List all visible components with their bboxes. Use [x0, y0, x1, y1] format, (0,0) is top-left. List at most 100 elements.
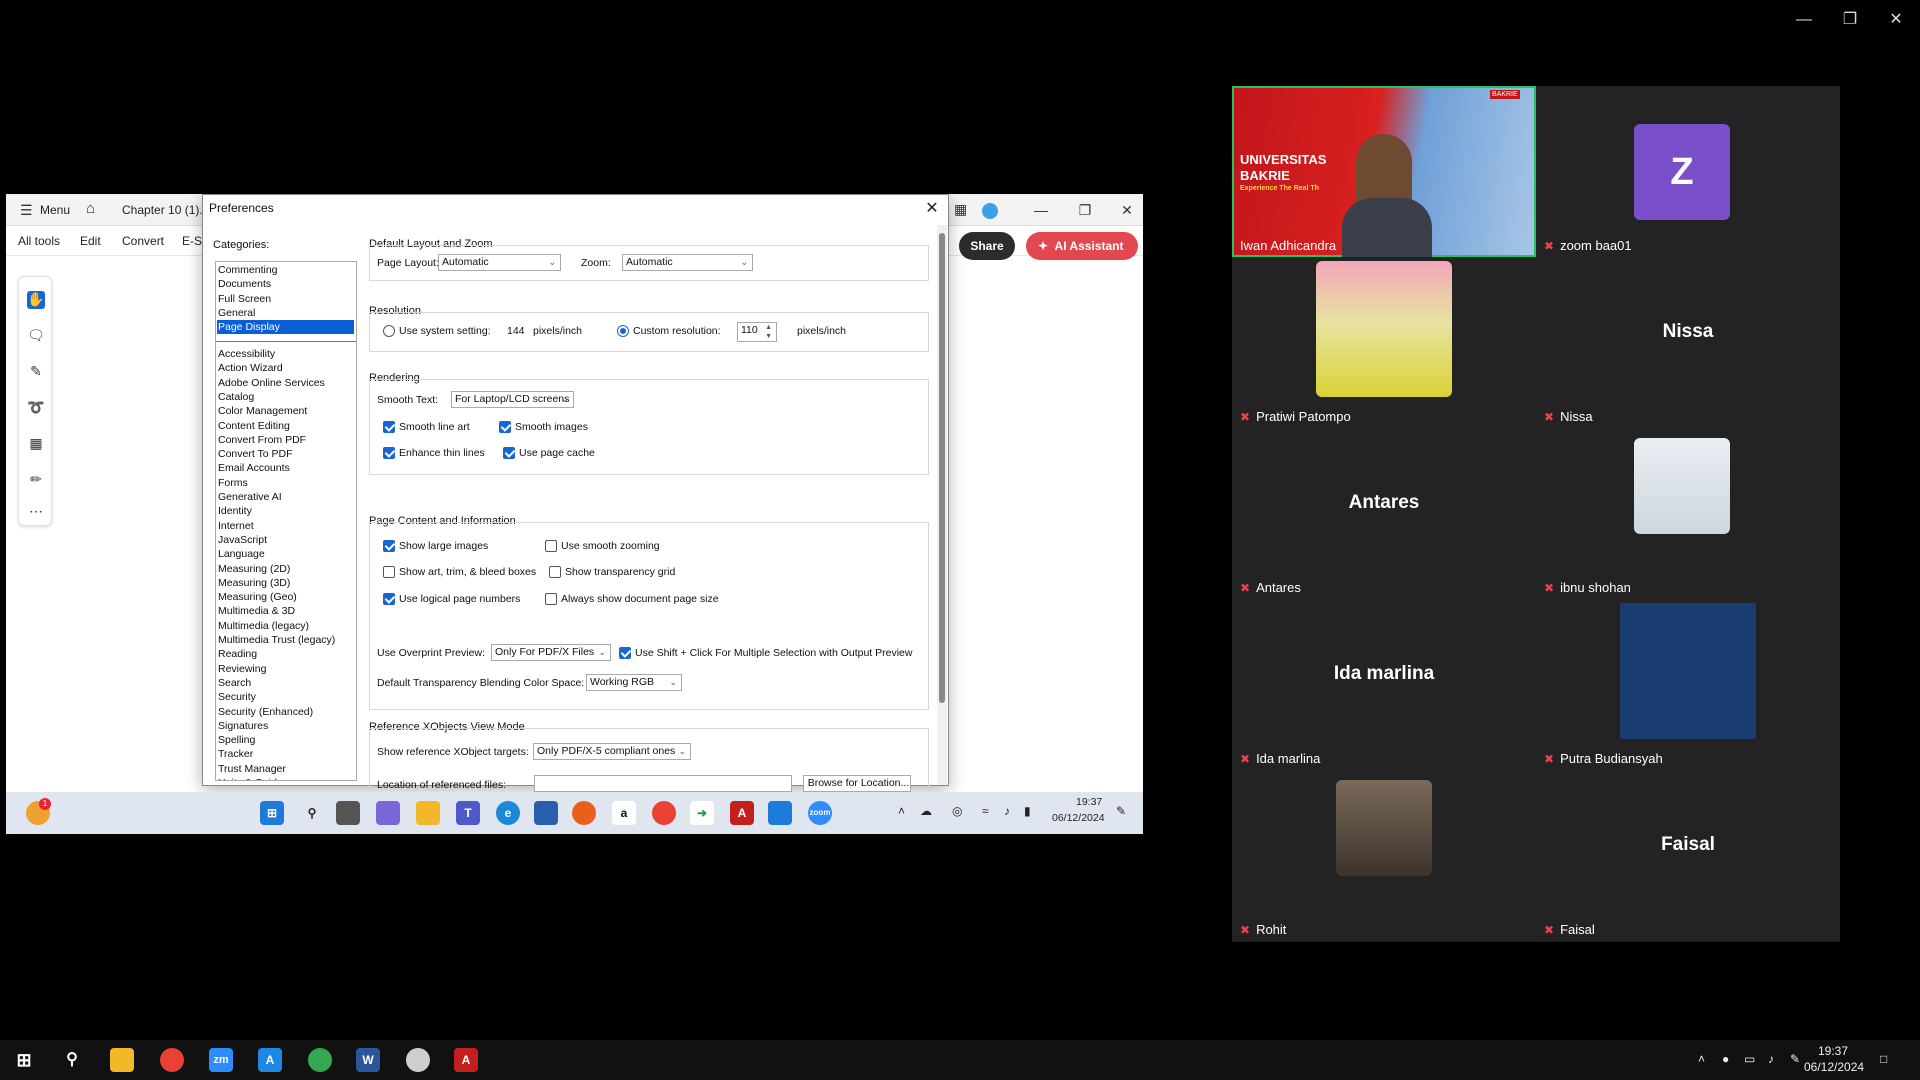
tile-rohit[interactable]: ✖ Rohit	[1232, 770, 1536, 941]
shift-click-checkbox[interactable]	[619, 647, 631, 659]
category-item[interactable]: Search	[218, 676, 251, 690]
tile-nissa[interactable]: Nissa ✖ Nissa	[1536, 257, 1840, 428]
zoom-dropdown[interactable]: Automatic ⌄	[622, 254, 753, 271]
acrobat-icon[interactable]: A	[730, 801, 754, 825]
category-item[interactable]: Security (Enhanced)	[218, 705, 313, 719]
tile-faisal[interactable]: Faisal ✖ Faisal	[1536, 770, 1840, 941]
sign-icon[interactable]: ✏	[27, 471, 45, 489]
category-item[interactable]: Security	[218, 690, 256, 704]
tray-chevron-icon[interactable]: ˄	[1698, 1052, 1705, 1066]
close-icon[interactable]: ✕	[1878, 8, 1914, 32]
show-art-trim-checkbox[interactable]	[383, 566, 395, 578]
menu-button[interactable]: Menu	[40, 203, 70, 217]
notepad-icon[interactable]	[768, 801, 792, 825]
tile-putra[interactable]: ✖ Putra Budiansyah	[1536, 599, 1840, 770]
volume-icon[interactable]: ♪	[1768, 1052, 1774, 1066]
minimize-icon[interactable]: —	[1786, 8, 1822, 32]
smooth-line-art-checkbox[interactable]	[383, 421, 395, 433]
dialog-scroll-thumb[interactable]	[939, 233, 945, 703]
category-item[interactable]: Generative AI	[218, 490, 282, 504]
enhance-thin-lines-checkbox[interactable]	[383, 447, 395, 459]
mic-icon[interactable]: ◎	[952, 804, 962, 818]
firefox-icon[interactable]	[572, 801, 596, 825]
dialog-scrollbar[interactable]	[937, 225, 947, 785]
category-item[interactable]: Commenting	[218, 263, 278, 277]
profile-icon[interactable]	[982, 203, 998, 219]
location-field[interactable]	[534, 775, 792, 792]
hamburger-icon[interactable]: ☰	[20, 202, 33, 219]
tile-zoom-baa01[interactable]: Z ✖ zoom baa01	[1536, 86, 1840, 257]
pen-icon[interactable]: ✎	[1790, 1052, 1800, 1066]
custom-resolution-stepper[interactable]: 110 ▲ ▼	[737, 322, 777, 342]
category-item[interactable]: Convert To PDF	[218, 447, 293, 461]
transparency-grid-checkbox[interactable]	[549, 566, 561, 578]
tab-all-tools[interactable]: All tools	[18, 234, 60, 248]
stepper-arrows-icon[interactable]: ▲ ▼	[765, 323, 772, 341]
chrome-icon[interactable]	[160, 1048, 184, 1072]
store-icon[interactable]	[534, 801, 558, 825]
restore-icon[interactable]: ❐	[1832, 8, 1868, 32]
category-item[interactable]: Multimedia & 3D	[218, 604, 295, 618]
home-icon[interactable]: ⌂	[86, 200, 95, 217]
sheets-icon[interactable]: ➜	[690, 801, 714, 825]
windows-start-icon[interactable]: ⊞	[260, 801, 284, 825]
overprint-dropdown[interactable]: Only For PDF/X Files ⌄	[491, 644, 611, 661]
smooth-zooming-checkbox[interactable]	[545, 540, 557, 552]
category-item[interactable]: Spelling	[218, 733, 255, 747]
category-item[interactable]: Page Display	[217, 320, 354, 335]
tray-chevron-icon[interactable]: ˄	[898, 804, 905, 818]
notification-icon[interactable]: □	[1880, 1052, 1887, 1066]
word-icon[interactable]: W	[356, 1048, 380, 1072]
category-item[interactable]: Convert From PDF	[218, 433, 306, 447]
category-item[interactable]: Language	[218, 547, 265, 561]
smooth-text-dropdown[interactable]: For Laptop/LCD screens ⌄	[451, 391, 574, 408]
category-item[interactable]: Measuring (3D)	[218, 576, 290, 590]
tab-edit[interactable]: Edit	[80, 234, 101, 248]
page-layout-dropdown[interactable]: Automatic ⌄	[438, 254, 561, 271]
xobj-dropdown[interactable]: Only PDF/X-5 compliant ones ⌄	[533, 743, 691, 760]
ai-assistant-button[interactable]: ✦ AI Assistant	[1026, 232, 1138, 260]
search-icon[interactable]: ⚲	[300, 801, 324, 825]
category-item[interactable]: Multimedia (legacy)	[218, 619, 309, 633]
tab-convert[interactable]: Convert	[122, 234, 164, 248]
category-item[interactable]: Reviewing	[218, 662, 266, 676]
battery-icon[interactable]: ▮	[1024, 804, 1031, 818]
shared-notification-icon[interactable]: ✎	[1116, 804, 1126, 818]
category-item[interactable]: Full Screen	[218, 292, 271, 306]
tile-ida[interactable]: Ida marlina ✖ Ida marlina	[1232, 599, 1536, 770]
acrobat-icon[interactable]: A	[454, 1048, 478, 1072]
file-explorer-icon[interactable]	[416, 801, 440, 825]
always-show-size-checkbox[interactable]	[545, 593, 557, 605]
snipping-icon[interactable]	[406, 1048, 430, 1072]
wifi-icon[interactable]: ≈	[982, 804, 989, 818]
text-select-icon[interactable]: ▦	[27, 435, 45, 453]
category-item[interactable]: Identity	[218, 504, 252, 518]
zoom-app-icon[interactable]: zoom	[808, 801, 832, 825]
tile-ibnu[interactable]: ✖ ibnu shohan	[1536, 428, 1840, 599]
acrobat-restore-icon[interactable]: ❐	[1070, 200, 1100, 220]
cloud-icon[interactable]: ☁	[920, 804, 932, 818]
blend-dropdown[interactable]: Working RGB ⌄	[586, 674, 682, 691]
logical-page-numbers-checkbox[interactable]	[383, 593, 395, 605]
custom-resolution-radio[interactable]	[617, 325, 629, 337]
show-large-images-checkbox[interactable]	[383, 540, 395, 552]
chrome-icon[interactable]	[652, 801, 676, 825]
category-item[interactable]: Trust Manager	[218, 762, 286, 776]
category-item[interactable]: Color Management	[218, 404, 307, 418]
task-view-icon[interactable]	[336, 801, 360, 825]
category-item[interactable]: Action Wizard	[218, 361, 283, 375]
category-item[interactable]: Forms	[218, 476, 248, 490]
use-system-radio[interactable]	[383, 325, 395, 337]
chrome-profile-icon[interactable]	[308, 1048, 332, 1072]
category-item[interactable]: Measuring (2D)	[218, 562, 290, 576]
file-explorer-icon[interactable]	[110, 1048, 134, 1072]
category-item[interactable]: Catalog	[218, 390, 254, 404]
categories-list[interactable]: Commenting Documents Full Screen General Pag…	[215, 261, 357, 781]
category-item[interactable]: Multimedia Trust (legacy)	[218, 633, 335, 647]
smooth-images-checkbox[interactable]	[499, 421, 511, 433]
category-item[interactable]: Units & Guides	[218, 776, 288, 780]
share-button[interactable]: Share	[959, 232, 1015, 260]
category-item[interactable]: Documents	[218, 277, 271, 291]
category-item[interactable]: Signatures	[218, 719, 268, 733]
pen-icon[interactable]: ✎	[27, 363, 45, 381]
